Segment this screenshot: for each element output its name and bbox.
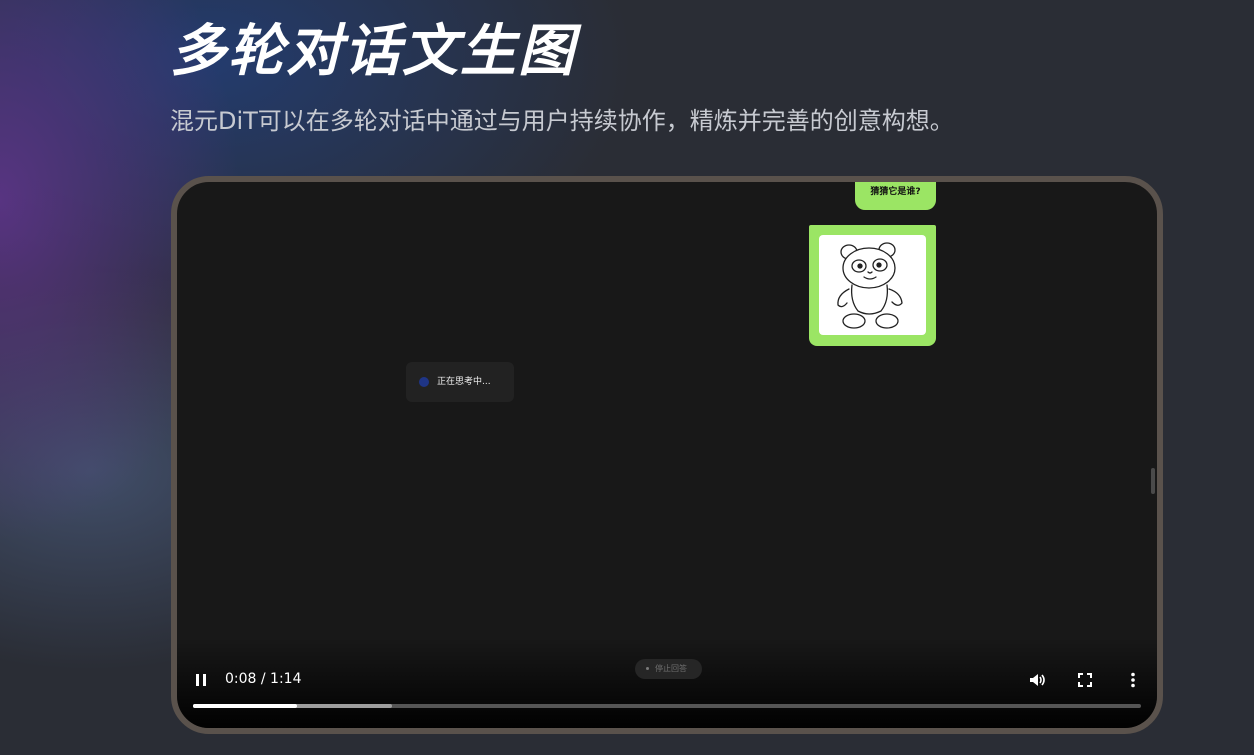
stop-answer-button[interactable]: 停止回答 bbox=[635, 659, 702, 679]
stop-dot-icon bbox=[646, 666, 649, 670]
section-title: 多轮对话文生图 bbox=[170, 19, 576, 84]
stop-answer-label: 停止回答 bbox=[655, 664, 687, 673]
user-image-bubble bbox=[809, 225, 936, 346]
time-display: 0:08 / 1:14 bbox=[225, 671, 302, 687]
panda-illustration bbox=[837, 242, 903, 329]
more-options-icon bbox=[1131, 672, 1135, 688]
pause-button[interactable] bbox=[191, 670, 211, 690]
volume-button[interactable] bbox=[1027, 670, 1047, 690]
fullscreen-icon bbox=[1078, 673, 1092, 687]
user-message-bubble: 猜猜它是谁? bbox=[855, 182, 936, 210]
played-bar bbox=[193, 704, 298, 708]
pause-icon bbox=[196, 674, 206, 686]
section-subtitle: 混元DiT可以在多轮对话中通过与用户持续协作，精炼并完善的创意构想。 bbox=[170, 107, 954, 135]
panda-drawing-image bbox=[819, 235, 926, 335]
fullscreen-button[interactable] bbox=[1075, 670, 1095, 690]
progress-bar[interactable] bbox=[193, 704, 1141, 708]
controls-gradient bbox=[177, 638, 1157, 728]
volume-icon bbox=[1030, 674, 1045, 686]
video-player[interactable]: 猜猜它是谁? 正在思考中... 停止回答 0:08 / 1:14 bbox=[171, 176, 1163, 734]
scrollbar-thumb[interactable] bbox=[1151, 468, 1155, 494]
more-options-button[interactable] bbox=[1123, 670, 1143, 690]
thinking-indicator: 正在思考中... bbox=[406, 362, 514, 402]
loading-dot-icon bbox=[419, 377, 429, 387]
thinking-status-text: 正在思考中... bbox=[437, 377, 491, 387]
